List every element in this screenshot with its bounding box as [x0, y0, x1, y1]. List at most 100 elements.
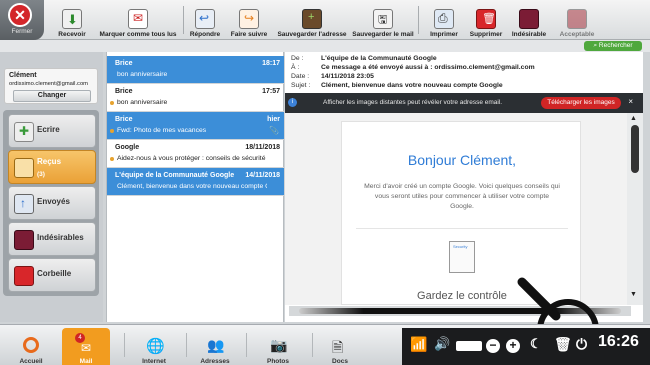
reply-label: Répondre: [189, 31, 221, 38]
receive-label: Recevoir: [58, 31, 86, 38]
account-email: ordissimo.clement@gmail.com: [9, 81, 89, 87]
volume-up-icon[interactable]: +: [506, 339, 520, 353]
volume-down-icon[interactable]: −: [486, 339, 500, 353]
subject-label: Sujet :: [291, 82, 311, 89]
spam-icon: [519, 9, 539, 29]
spam-folder-icon: [14, 230, 34, 250]
trash-tray-icon[interactable]: 🗑: [554, 336, 572, 353]
taskbar-mail[interactable]: 4 ✉ Mail: [62, 328, 110, 365]
nav-label: Ecrire: [37, 125, 60, 134]
save-address-label: Sauvegarder l'adresse: [277, 31, 347, 38]
unread-dot-icon: [110, 129, 114, 133]
save-mail-button[interactable]: 🖫 Sauvegarder le mail: [352, 2, 414, 38]
unread-dot-icon: [110, 157, 114, 161]
close-button[interactable]: ✕ Fermer: [0, 0, 44, 40]
receive-button[interactable]: ⬇ Recevoir: [52, 2, 92, 38]
email-greeting: Bonjour Clément,: [407, 152, 517, 168]
power-icon[interactable]: ⏻: [576, 336, 587, 353]
printer-icon: ⎙: [434, 9, 454, 29]
scroll-thumb[interactable]: [631, 125, 639, 173]
divider: [356, 228, 568, 229]
scroll-down-icon[interactable]: ▼: [630, 291, 637, 298]
taskbar-home[interactable]: Accueil: [12, 328, 50, 365]
sent-icon: ↑: [14, 194, 34, 214]
message-item[interactable]: Brice 18:17 bon anniversaire: [107, 56, 284, 84]
toolbar-divider: [418, 6, 419, 34]
date-label: Date :: [291, 73, 310, 80]
docs-icon: 🗎: [332, 339, 344, 355]
mark-all-read-button[interactable]: ✉ Marquer comme tous lus: [96, 2, 180, 38]
wifi-icon[interactable]: 📶: [410, 336, 427, 353]
nav-item-trash[interactable]: Corbeille: [8, 258, 96, 292]
vertical-scrollbar[interactable]: ▲ ▼: [627, 113, 643, 305]
taskbar-divider: [246, 333, 247, 357]
taskbar-divider: [124, 333, 125, 357]
print-button[interactable]: ⎙ Imprimer: [424, 2, 464, 38]
nav-label: Envoyés: [37, 197, 70, 206]
attachment-icon: 📎: [269, 126, 279, 135]
from-value: L'équipe de la Communauté Google: [321, 55, 437, 62]
message-item[interactable]: Brice 17:57 bon anniversaire: [107, 84, 284, 112]
folder-nav: ✚ Ecrire Reçus (3) ↑ Envoyés Indésirable…: [3, 110, 99, 296]
email-intro: Merci d'avoir créé un compte Google. Voi…: [364, 183, 560, 210]
save-address-button[interactable]: + Sauvegarder l'adresse: [276, 2, 348, 38]
inbox-count: (3): [37, 171, 45, 178]
save-mail-icon: 🖫: [373, 9, 393, 29]
nav-item-write[interactable]: ✚ Ecrire: [8, 114, 96, 148]
unread-dot-icon: [110, 101, 114, 105]
contacts-icon: 👥: [207, 337, 225, 353]
save-mail-label: Sauvegarder le mail: [352, 31, 414, 38]
volume-bar[interactable]: [456, 341, 482, 351]
taskbar-label: Mail: [79, 358, 93, 365]
spam-button[interactable]: Indésirable: [508, 2, 550, 38]
scroll-up-icon[interactable]: ▲: [630, 115, 637, 122]
nav-label: Reçus: [37, 157, 62, 166]
message-item[interactable]: Google 18/11/2018 Aidez-nous à vous prot…: [107, 140, 284, 168]
close-bar-icon[interactable]: ×: [628, 97, 633, 106]
change-account-button[interactable]: Changer: [13, 90, 91, 102]
moon-icon[interactable]: ☾: [530, 336, 542, 352]
volume-icon[interactable]: 🔊: [434, 336, 450, 352]
message-item[interactable]: L'équipe de la Communauté Google 14/11/2…: [107, 168, 284, 196]
taskbar-internet[interactable]: 🌐 Internet: [134, 328, 174, 365]
message-item[interactable]: Brice hier Fwd: Photo de mes vacances 📎: [107, 112, 284, 140]
nav-label: Corbeille: [37, 269, 72, 278]
search-button[interactable]: ⌕ Rechercher: [584, 41, 642, 51]
message-date: hier: [267, 116, 280, 123]
message-sender: Google: [115, 144, 140, 151]
nav-item-inbox[interactable]: Reçus (3): [8, 150, 96, 184]
forward-button[interactable]: ↪ Faire suivre: [228, 2, 270, 38]
globe-icon: 🌐: [146, 338, 165, 355]
message-sender: Brice: [115, 60, 133, 67]
mail-icon: 4 ✉: [75, 333, 95, 355]
message-date: 17:57: [262, 88, 280, 95]
taskbar-docs[interactable]: 🗎 Docs: [322, 328, 358, 365]
toolbar-divider: [183, 6, 184, 34]
taskbar-label: Photos: [266, 358, 290, 365]
download-images-button[interactable]: Télécharger les images: [541, 97, 621, 109]
reply-button[interactable]: ↩ Répondre: [186, 2, 224, 38]
receive-icon: ⬇: [62, 9, 82, 29]
message-sender: Brice: [115, 88, 133, 95]
message-date: 18:17: [262, 60, 280, 67]
message-subject: bon anniversaire: [117, 99, 168, 106]
message-sender: Brice: [115, 116, 133, 123]
delete-button[interactable]: 🗑 Supprimer: [466, 2, 506, 38]
forward-label: Faire suivre: [230, 31, 268, 38]
taskbar-contacts[interactable]: 👥 Adresses: [194, 328, 236, 365]
inbox-icon: [14, 158, 34, 178]
to-value: Ce message a été envoyé aussi à : ordiss…: [321, 64, 535, 71]
security-image: Security: [449, 241, 475, 273]
spam-label: Indésirable: [511, 31, 547, 38]
nav-item-sent[interactable]: ↑ Envoyés: [8, 186, 96, 220]
to-label: À :: [291, 64, 300, 71]
print-label: Imprimer: [430, 31, 458, 38]
nav-item-spam[interactable]: Indésirables: [8, 222, 96, 256]
taskbar-label: Internet: [142, 358, 166, 365]
taskbar-divider: [312, 333, 313, 357]
acceptable-icon: [567, 9, 587, 29]
mark-all-read-label: Marquer comme tous lus: [99, 31, 177, 38]
taskbar-photos[interactable]: 📷 Photos: [258, 328, 298, 365]
message-subject: Fwd: Photo de mes vacances: [117, 127, 207, 134]
acceptable-button[interactable]: Acceptable: [554, 2, 600, 38]
